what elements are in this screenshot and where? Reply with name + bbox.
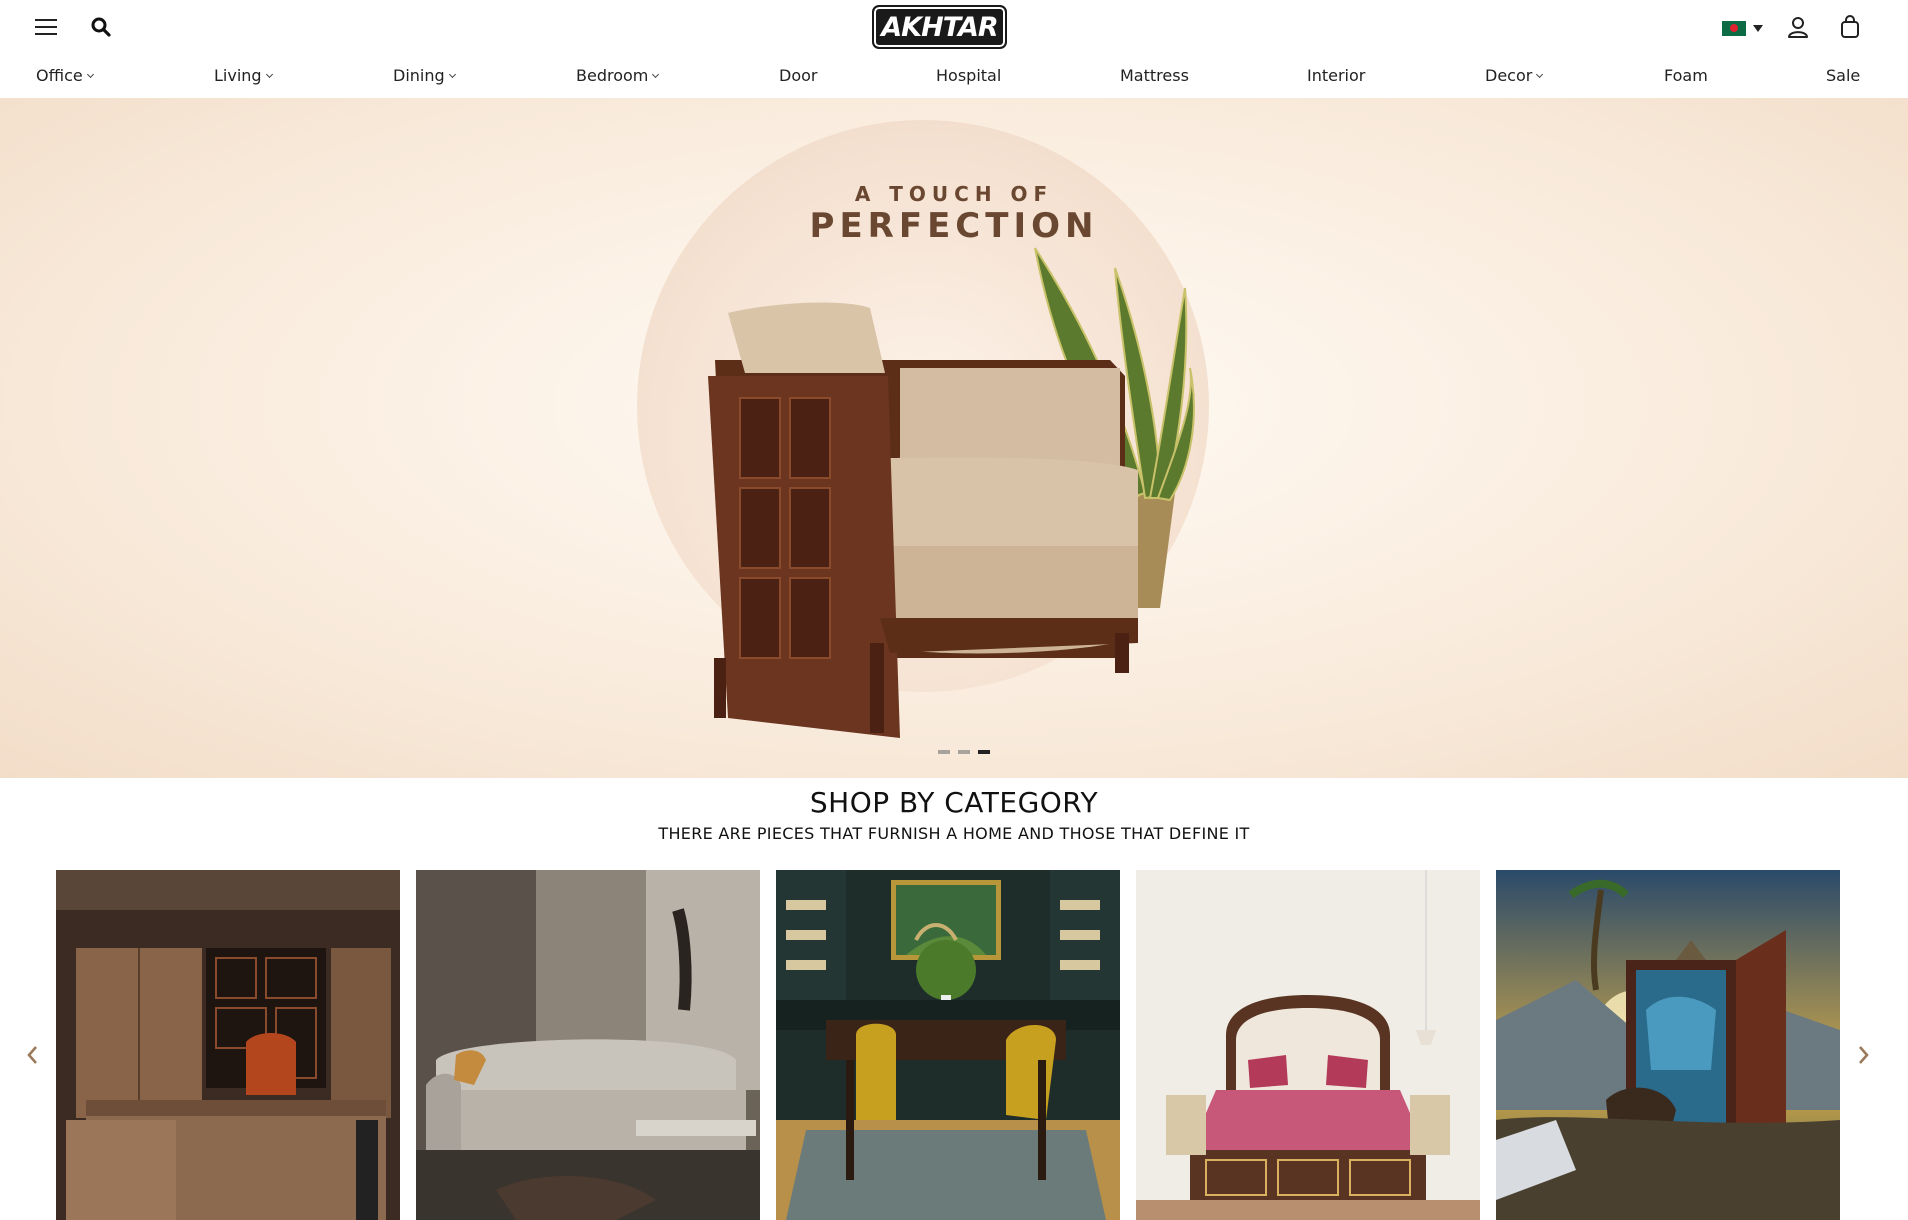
nav-item-decor[interactable]: Decor (1485, 66, 1544, 85)
category-card-living[interactable] (416, 870, 760, 1220)
site-logo[interactable]: AKHTAR (872, 5, 1007, 49)
chevron-down-icon (448, 70, 456, 78)
office-image (56, 870, 400, 1220)
living-room-image (416, 870, 760, 1220)
dining-room-image (776, 870, 1120, 1220)
bangladesh-flag-icon (1722, 20, 1746, 36)
section-title: SHOP BY CATEGORY (809, 786, 1099, 819)
category-card-office[interactable] (56, 870, 400, 1220)
category-card-bedroom[interactable] (1136, 870, 1480, 1220)
hamburger-menu-icon[interactable] (31, 12, 61, 42)
shopping-bag-icon[interactable] (1835, 12, 1865, 42)
nav-item-living[interactable]: Living (214, 66, 273, 85)
carousel-dot[interactable] (958, 750, 970, 754)
bedroom-image (1136, 870, 1480, 1220)
nav-item-dining[interactable]: Dining (393, 66, 456, 85)
main-navigation: Office Living Dining Bedroom Door Hospit… (0, 62, 1908, 92)
chevron-down-icon (652, 70, 660, 78)
chevron-left-icon[interactable] (20, 1040, 44, 1070)
nav-item-door[interactable]: Door (779, 66, 817, 85)
carousel-indicators (938, 750, 990, 754)
country-selector[interactable] (1722, 18, 1766, 38)
section-subtitle: THERE ARE PIECES THAT FURNISH A HOME AND… (658, 824, 1250, 843)
search-icon[interactable] (86, 12, 116, 42)
hero-banner[interactable]: A TOUCH OF PERFECTION (0, 98, 1908, 778)
nav-item-sale[interactable]: Sale (1826, 66, 1860, 85)
chevron-down-icon (86, 70, 94, 78)
chevron-right-icon[interactable] (1852, 1040, 1876, 1070)
nav-item-bedroom[interactable]: Bedroom (576, 66, 660, 85)
category-card-dining[interactable] (776, 870, 1120, 1220)
carousel-dot[interactable] (938, 750, 950, 754)
chevron-down-icon (1536, 70, 1544, 78)
nav-item-office[interactable]: Office (36, 66, 94, 85)
carousel-dot-active[interactable] (978, 750, 990, 754)
door-image (1496, 870, 1840, 1220)
caret-down-icon (1753, 24, 1763, 32)
hero-headline: PERFECTION (809, 206, 1099, 246)
category-card-door[interactable] (1496, 870, 1840, 1220)
nav-item-hospital[interactable]: Hospital (936, 66, 1001, 85)
chevron-down-icon (265, 70, 273, 78)
site-header: AKHTAR Office Living Dining Bedroom Door… (0, 0, 1908, 98)
nav-item-interior[interactable]: Interior (1307, 66, 1365, 85)
nav-item-mattress[interactable]: Mattress (1120, 66, 1189, 85)
hero-tagline: A TOUCH OF (854, 182, 1054, 206)
nav-item-foam[interactable]: Foam (1664, 66, 1708, 85)
user-icon[interactable] (1783, 12, 1813, 42)
